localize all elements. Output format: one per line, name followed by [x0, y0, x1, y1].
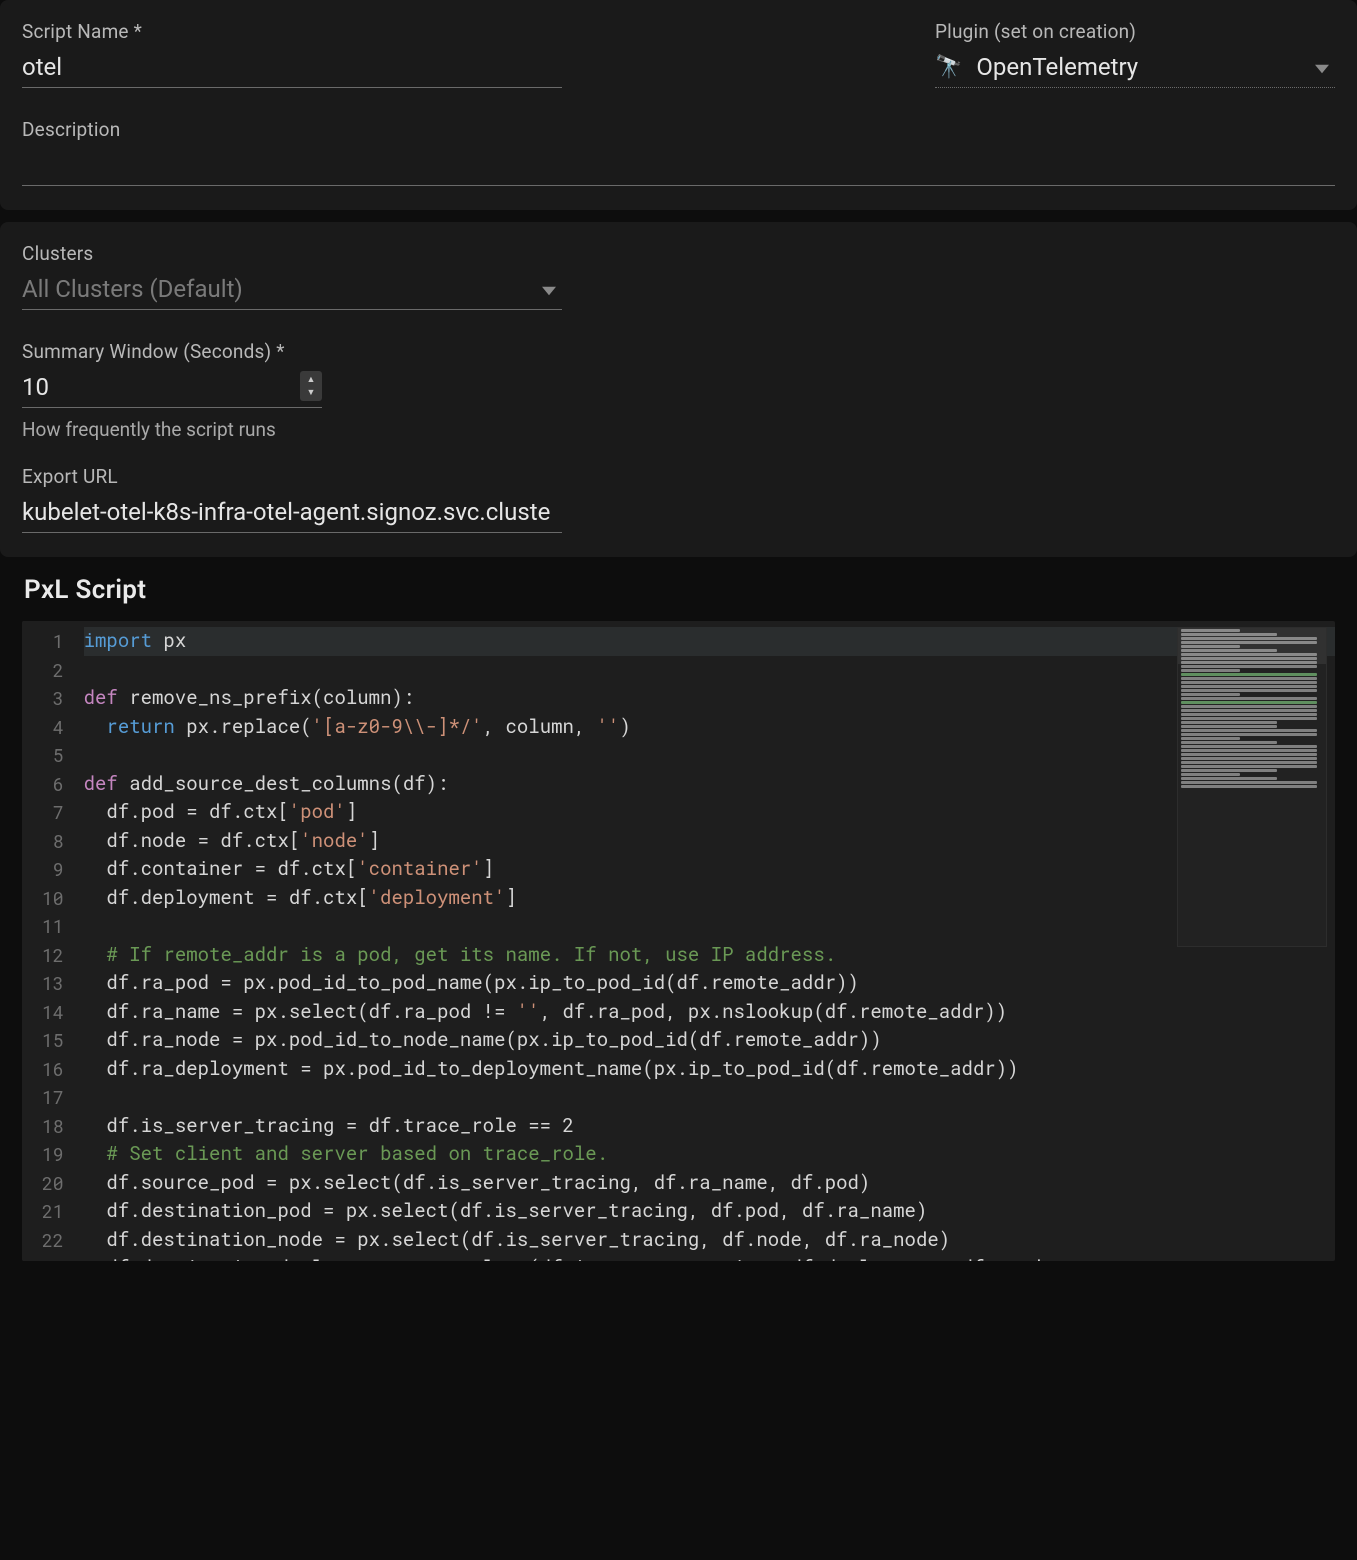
- step-down-icon: ▼: [307, 387, 316, 398]
- minimap-viewport[interactable]: [1178, 628, 1326, 664]
- plugin-select[interactable]: 🔭 OpenTelemetry: [935, 49, 1335, 88]
- export-url-label: Export URL: [22, 465, 562, 488]
- plugin-label: Plugin (set on creation): [935, 20, 1335, 43]
- clusters-select[interactable]: All Clusters (Default): [22, 271, 562, 310]
- code-content[interactable]: import px def remove_ns_prefix(column): …: [78, 621, 1335, 1261]
- export-url-input[interactable]: [22, 494, 562, 533]
- line-gutter: 1234567891011121314151617181920212223: [22, 621, 78, 1261]
- script-name-field: Script Name *: [22, 20, 562, 88]
- summary-window-label: Summary Window (Seconds) *: [22, 340, 1335, 363]
- panel-settings: Clusters All Clusters (Default) Summary …: [0, 222, 1357, 557]
- number-stepper[interactable]: ▲ ▼: [300, 371, 322, 401]
- clusters-field: Clusters All Clusters (Default): [22, 242, 562, 310]
- summary-window-field: Summary Window (Seconds) * ▲ ▼ How frequ…: [22, 340, 1335, 441]
- panel-editor: PxL Script 12345678910111213141516171819…: [0, 575, 1357, 1291]
- description-label: Description: [22, 118, 1335, 141]
- script-name-label: Script Name *: [22, 20, 562, 43]
- telescope-icon: 🔭: [935, 55, 962, 80]
- script-name-input[interactable]: [22, 49, 562, 88]
- clusters-value: All Clusters (Default): [22, 275, 243, 303]
- summary-window-hint: How frequently the script runs: [22, 418, 1335, 441]
- summary-window-input[interactable]: [22, 369, 322, 408]
- panel-basic: Script Name * Plugin (set on creation) 🔭…: [0, 0, 1357, 210]
- clusters-label: Clusters: [22, 242, 562, 265]
- editor-title: PxL Script: [24, 575, 1335, 605]
- code-editor[interactable]: 1234567891011121314151617181920212223 im…: [22, 621, 1335, 1261]
- plugin-value: OpenTelemetry: [976, 53, 1138, 81]
- plugin-field: Plugin (set on creation) 🔭 OpenTelemetry: [935, 20, 1335, 88]
- description-input[interactable]: [22, 147, 1335, 186]
- description-field: Description: [22, 118, 1335, 186]
- export-url-field: Export URL: [22, 465, 562, 533]
- minimap[interactable]: [1177, 627, 1327, 947]
- step-up-icon: ▲: [307, 374, 316, 385]
